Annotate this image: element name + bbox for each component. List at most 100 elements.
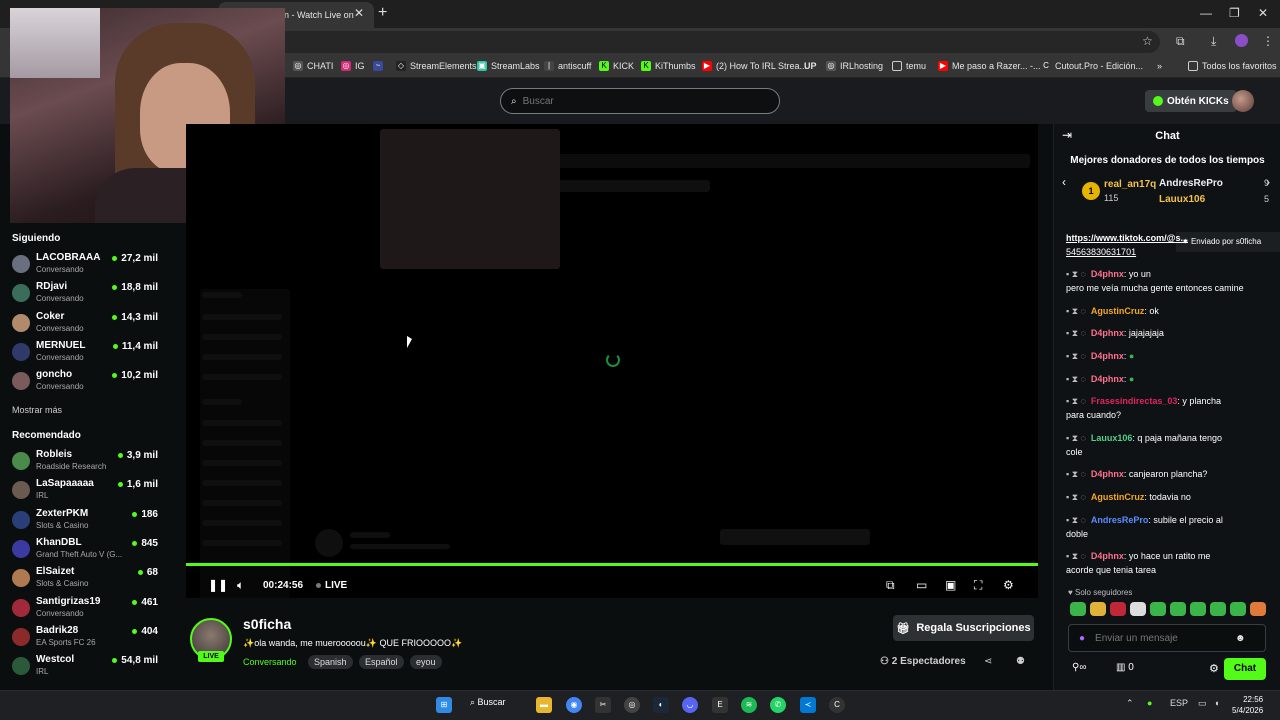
bookmark-chart[interactable]: ~ <box>373 61 383 71</box>
whatsapp-icon[interactable]: ✆ <box>770 697 786 713</box>
emoji-icon[interactable]: ☻ <box>1235 633 1246 644</box>
chrome-icon[interactable]: ◉ <box>566 697 582 713</box>
epic-games-icon[interactable]: E <box>712 697 728 713</box>
maximize-icon[interactable]: ❐ <box>1229 6 1240 20</box>
emote-icon[interactable] <box>1190 602 1206 616</box>
bookmark-streamelements[interactable]: ◇ StreamElements <box>396 61 477 71</box>
sidebar-item-zexterpkm[interactable]: ZexterPKM Slots & Casino 186 <box>12 507 162 533</box>
chat-message[interactable]: ▪ ⧗ ◌ D4phnx: jajajajaja <box>1066 326 1271 340</box>
chevron-up-icon[interactable]: ⌃ <box>1126 698 1134 709</box>
bookmark-up[interactable]: UP <box>804 61 817 71</box>
send-chat-button[interactable]: Chat <box>1224 658 1266 680</box>
cutout-icon[interactable]: C <box>829 697 845 713</box>
chat-settings-gear-icon[interactable]: ⚙ <box>1209 662 1219 675</box>
bookmark-all-favorites[interactable]: Todos los favoritos <box>1188 61 1277 71</box>
sidebar-item-khandbl[interactable]: KhanDBL Grand Theft Auto V (G... 845 <box>12 536 162 562</box>
emote-icon[interactable] <box>1250 602 1266 616</box>
emote-icon[interactable] <box>1170 602 1186 616</box>
chat-message[interactable]: ▪ ⧗ ◌ AgustinCruz: ok <box>1066 304 1271 318</box>
chat-message[interactable]: ▪ ⧗ ◌ Frasesindirectas_03: y plancha para … <box>1066 394 1271 422</box>
bookmark-antiscuff[interactable]: | antiscuff <box>544 61 591 71</box>
tag-chip[interactable]: Spanish <box>308 655 353 669</box>
emote-icon[interactable] <box>1110 602 1126 616</box>
network-icon[interactable]: ▭ <box>1198 698 1207 709</box>
sidebar-item-rdjavi[interactable]: RDjavi Conversando 18,8 mil <box>12 280 162 306</box>
clip-icon[interactable]: ⧉ <box>886 578 895 593</box>
bookmark-cutout[interactable]: C Cutout.Pro - Edición... <box>1041 61 1143 71</box>
get-kicks-button[interactable]: Obtén KICKs <box>1145 90 1237 112</box>
bookmark-youtube[interactable]: ▶ (2) How To IRL Strea... <box>702 61 807 71</box>
sidebar-item-lacobraaa[interactable]: LACOBRAAA Conversando 27,2 mil <box>12 251 162 277</box>
vscode-icon[interactable]: ≺ <box>800 697 816 713</box>
sidebar-item-elsaizet[interactable]: ElSaizet Slots & Casino 68 <box>12 565 162 591</box>
download-icon[interactable]: ⤓ <box>1211 34 1216 49</box>
tag-chip[interactable]: eyou <box>410 655 442 669</box>
bookmark-temu[interactable]: temu <box>892 61 926 71</box>
sidebar-item-santigrizas19[interactable]: Santigrizas19 Conversando 461 <box>12 595 162 621</box>
follow-user-icon[interactable]: ⚉ <box>1016 656 1025 667</box>
discord-icon[interactable]: ◡ <box>682 697 698 713</box>
chat-message[interactable]: ▪ ⧗ ◌ D4phnx: canjearon plancha? <box>1066 467 1271 481</box>
language-indicator[interactable]: ESP <box>1170 698 1188 708</box>
new-tab-icon[interactable]: + <box>378 4 387 22</box>
category-link[interactable]: Conversando <box>243 657 297 667</box>
chat-message[interactable]: ▪ ⧗ ◌ D4phnx: ● <box>1066 372 1271 386</box>
emote-icon[interactable] <box>1150 602 1166 616</box>
volume-icon[interactable]: 🔈︎ <box>237 578 244 593</box>
pause-icon[interactable]: ❚❚ <box>208 578 228 592</box>
star-icon[interactable]: ☆ <box>1142 34 1153 48</box>
bookmark-irlhosting[interactable]: ◎ IRLhosting <box>826 61 883 71</box>
chat-message[interactable]: https://www.tiktok.com/@s... 545638306317… <box>1066 231 1271 259</box>
emote-icon[interactable] <box>1130 602 1146 616</box>
bookmark-razer[interactable]: ▶ Me paso a Razer... -... <box>938 61 1041 71</box>
show-more-link[interactable]: Mostrar más <box>12 405 62 415</box>
sidebar-item-goncho[interactable]: goncho Conversando 10,2 mil <box>12 368 162 394</box>
chat-message[interactable]: ▪ ⧗ ◌ D4phnx: ● <box>1066 349 1271 363</box>
spotify-icon[interactable]: ≋ <box>741 697 757 713</box>
file-explorer-icon[interactable]: ▬ <box>536 697 552 713</box>
bookmark-chati[interactable]: ◎ CHATI <box>293 61 333 71</box>
bookmark-kick[interactable]: K KICK <box>599 61 634 71</box>
chat-message[interactable]: ▪ ⧗ ◌ D4phnx: yo hace un ratito me acorde … <box>1066 549 1271 577</box>
progress-bar[interactable] <box>186 563 1038 566</box>
chat-message[interactable]: ▪ ⧗ ◌ D4phnx: yo un pero me veía mucha gen… <box>1066 267 1271 295</box>
emote-icon[interactable] <box>1230 602 1246 616</box>
emote-icon[interactable] <box>1070 602 1086 616</box>
chat-input[interactable] <box>1095 632 1226 644</box>
donor-item[interactable]: AndresRePro 9 <box>1159 178 1269 189</box>
sidebar-item-badrik28[interactable]: Badrik28 EA Sports FC 26 404 <box>12 624 162 650</box>
obs-icon[interactable]: ◎ <box>624 697 640 713</box>
chat-message[interactable]: ▪ ⧗ ◌ AgustinCruz: todavia no <box>1066 490 1271 504</box>
sidebar-item-mernuel[interactable]: MERNUEL Conversando 11,4 mil <box>12 339 162 365</box>
profile-icon[interactable] <box>1235 34 1248 47</box>
donor-item[interactable]: Lauux106 5 <box>1159 194 1269 205</box>
sidebar-item-westcol[interactable]: Westcol IRL 54,8 mil <box>12 653 162 679</box>
taskbar-search[interactable]: ⌕ Buscar <box>470 697 506 708</box>
sidebar-item-robleis[interactable]: Robleis Roadside Research 3,9 mil <box>12 448 162 474</box>
extensions-icon[interactable]: ⧉ <box>1176 34 1185 49</box>
sidebar-item-lasapaaaaa[interactable]: LaSapaaaaa IRL 1,6 mil <box>12 477 162 503</box>
pip-icon[interactable]: ▣ <box>945 578 956 592</box>
points-display[interactable]: ▥ 0 <box>1116 662 1134 673</box>
steam-icon[interactable]: ◐ <box>653 697 669 713</box>
emote-icon[interactable] <box>1090 602 1106 616</box>
url-field[interactable] <box>240 31 1160 53</box>
predictions-icon[interactable]: ⚲∞ <box>1072 662 1086 673</box>
capcut-icon[interactable]: ✂ <box>595 697 611 713</box>
close-window-icon[interactable]: ✕ <box>1258 6 1268 20</box>
system-clock[interactable]: 22:56 5/4/2026 <box>1232 694 1263 716</box>
minimize-icon[interactable]: — <box>1200 6 1212 20</box>
streamer-name[interactable]: s0ficha <box>243 616 291 632</box>
chevron-left-icon[interactable]: ‹ <box>1062 175 1066 189</box>
avatar[interactable] <box>1232 90 1254 112</box>
menu-icon[interactable]: ⋮ <box>1262 34 1274 48</box>
fullscreen-icon[interactable]: ⛶ <box>974 578 982 593</box>
chat-message[interactable]: ▪ ⧗ ◌ Lauux106: q paja mañana tengo cole <box>1066 431 1271 459</box>
microphone-icon[interactable]: ● <box>1147 698 1152 708</box>
bookmark-ig[interactable]: ◎ IG <box>341 61 365 71</box>
sidebar-item-coker[interactable]: Coker Conversando 14,3 mil <box>12 310 162 336</box>
theater-mode-icon[interactable]: ▭ <box>916 578 927 592</box>
windows-start-icon[interactable]: ⊞ <box>436 697 452 713</box>
chevron-right-icon[interactable]: » <box>1157 61 1162 71</box>
top-donor[interactable]: 1 real_an17q 115 <box>1082 174 1162 206</box>
